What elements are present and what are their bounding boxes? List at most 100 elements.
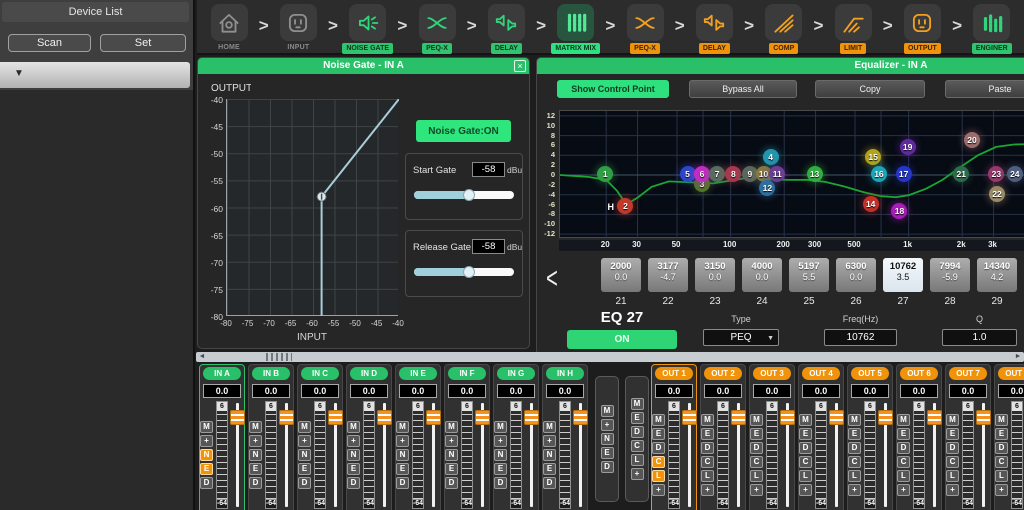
channel-gain-value[interactable]: 0.0 [350, 384, 388, 398]
channel-fader[interactable] [829, 401, 843, 509]
strip-button-d[interactable]: D [652, 442, 665, 454]
strip-button-l[interactable]: L [946, 470, 959, 482]
strip-button-n[interactable]: N [249, 449, 262, 461]
band-cell-22[interactable]: 3177-4.7 [648, 258, 688, 292]
strip-button-e[interactable]: E [799, 428, 812, 440]
strip-button-e[interactable]: E [897, 428, 910, 440]
channel-label[interactable]: OUT 6 [900, 367, 938, 380]
strip-button-l[interactable]: L [652, 470, 665, 482]
fader-handle[interactable] [230, 410, 245, 425]
eq-control-point-4[interactable]: 4 [763, 149, 779, 165]
strip-button-l[interactable]: L [750, 470, 763, 482]
channel-gain-value[interactable]: 0.0 [655, 384, 693, 398]
strip-button-+[interactable]: + [494, 435, 507, 447]
strip-button-m[interactable]: M [298, 421, 311, 433]
strip-button-d[interactable]: D [750, 442, 763, 454]
strip-button-d[interactable]: D [995, 442, 1008, 454]
close-icon[interactable]: × [514, 60, 526, 72]
strip-button-m[interactable]: M [249, 421, 262, 433]
strip-button-d[interactable]: D [601, 461, 614, 473]
channel-gain-value[interactable]: 0.0 [998, 384, 1024, 398]
strip-button-n[interactable]: N [601, 433, 614, 445]
strip-button-+[interactable]: + [347, 435, 360, 447]
fader-handle[interactable] [524, 410, 539, 425]
paste-button[interactable]: Paste [945, 80, 1024, 98]
strip-button-m[interactable]: M [995, 414, 1008, 426]
strip-button-+[interactable]: + [543, 435, 556, 447]
strip-button-e[interactable]: E [631, 412, 644, 424]
eq-control-point-15[interactable]: 15 [865, 149, 881, 165]
fader-handle[interactable] [682, 410, 697, 425]
strip-button-+[interactable]: + [799, 484, 812, 496]
fader-handle[interactable] [927, 410, 942, 425]
type-dropdown[interactable]: PEQ▼ [703, 329, 779, 346]
channel-fader[interactable] [731, 401, 745, 509]
fader-handle[interactable] [731, 410, 746, 425]
eq-control-point-13[interactable]: 13 [807, 166, 823, 182]
toolbar-module-peq-x-3[interactable]: PEQ-X [411, 4, 463, 54]
strip-button-e[interactable]: E [848, 428, 861, 440]
channel-label[interactable]: IN F [448, 367, 486, 380]
channel-gain-value[interactable]: 0.0 [301, 384, 339, 398]
channel-label[interactable]: OUT 2 [704, 367, 742, 380]
strip-button-+[interactable]: + [848, 484, 861, 496]
eq-control-point-20[interactable]: 20 [964, 132, 980, 148]
strip-button-c[interactable]: C [995, 456, 1008, 468]
eq-control-point-17[interactable]: 17 [896, 166, 912, 182]
strip-button-d[interactable]: D [799, 442, 812, 454]
strip-button-d[interactable]: D [445, 477, 458, 489]
channel-gain-value[interactable]: 0.0 [497, 384, 535, 398]
strip-button-n[interactable]: N [445, 449, 458, 461]
strip-button-l[interactable]: L [701, 470, 714, 482]
channel-gain-value[interactable]: 0.0 [851, 384, 889, 398]
strip-button-d[interactable]: D [494, 477, 507, 489]
strip-button-m[interactable]: M [347, 421, 360, 433]
channel-gain-value[interactable]: 0.0 [252, 384, 290, 398]
band-cell-26[interactable]: 63000.0 [836, 258, 876, 292]
eq-control-point-14[interactable]: 14 [863, 196, 879, 212]
channel-fader[interactable] [426, 401, 440, 509]
strip-button-+[interactable]: + [897, 484, 910, 496]
strip-button-d[interactable]: D [631, 426, 644, 438]
toolbar-module-matrix-mix-5[interactable]: MATRIX MIX [550, 4, 602, 54]
strip-button-e[interactable]: E [396, 463, 409, 475]
channel-label[interactable]: IN D [350, 367, 388, 380]
channel-gain-value[interactable]: 0.0 [448, 384, 486, 398]
channel-fader[interactable] [475, 401, 489, 509]
fader-handle[interactable] [279, 410, 294, 425]
strip-button-d[interactable]: D [298, 477, 311, 489]
strip-button-d[interactable]: D [249, 477, 262, 489]
channel-fader[interactable] [279, 401, 293, 509]
noise-gate-graph[interactable] [226, 99, 398, 316]
toolbar-module-home-0[interactable]: HOME [203, 4, 255, 51]
eq-control-point-19[interactable]: 19 [900, 139, 916, 155]
strip-button-l[interactable]: L [995, 470, 1008, 482]
channel-gain-value[interactable]: 0.0 [546, 384, 584, 398]
strip-button-d[interactable]: D [848, 442, 861, 454]
channel-fader[interactable] [328, 401, 342, 509]
strip-button-e[interactable]: E [946, 428, 959, 440]
strip-button-n[interactable]: N [347, 449, 360, 461]
strip-button-e[interactable]: E [200, 463, 213, 475]
mixer-horizontal-scrollbar[interactable]: ◄ ► [196, 352, 1024, 362]
scrollbar-grip[interactable] [266, 353, 292, 361]
channel-fader[interactable] [976, 401, 990, 509]
strip-button-c[interactable]: C [799, 456, 812, 468]
toolbar-module-peq-x-6[interactable]: PEQ-X [619, 4, 671, 54]
strip-button-+[interactable]: + [298, 435, 311, 447]
strip-button-c[interactable]: C [897, 456, 910, 468]
fader-handle[interactable] [328, 410, 343, 425]
band-cell-25[interactable]: 51975.5 [789, 258, 829, 292]
strip-button-l[interactable]: L [897, 470, 910, 482]
strip-button-+[interactable]: + [652, 484, 665, 496]
channel-label[interactable]: IN H [546, 367, 584, 380]
strip-button-e[interactable]: E [445, 463, 458, 475]
scroll-right-arrow-icon[interactable]: ► [1013, 352, 1023, 362]
band-cell-28[interactable]: 7994-5.9 [930, 258, 970, 292]
strip-button-l[interactable]: L [631, 454, 644, 466]
channel-fader[interactable] [780, 401, 794, 509]
strip-button-m[interactable]: M [396, 421, 409, 433]
start-gate-value[interactable]: -58 [472, 162, 505, 177]
channel-label[interactable]: OUT 7 [949, 367, 987, 380]
channel-fader[interactable] [230, 401, 244, 509]
